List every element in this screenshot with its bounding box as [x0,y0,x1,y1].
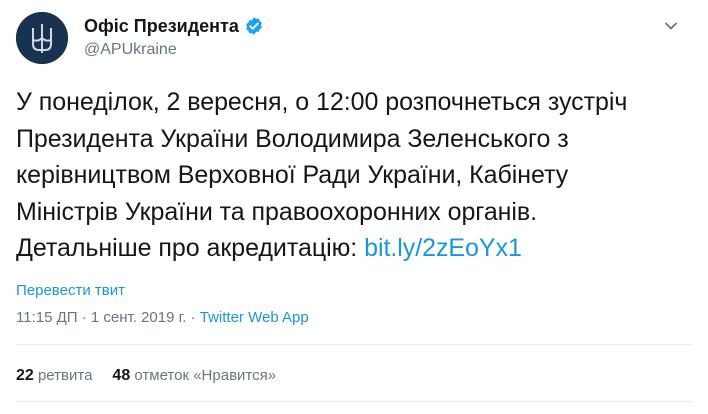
user-handle[interactable]: @APUkraine [84,41,264,59]
author-block: Офіс Президента @APUkraine [84,14,264,59]
likes-stat[interactable]: 48 отметок «Нравится» [112,367,276,385]
retweets-label: ретвита [37,367,93,384]
translate-link[interactable]: Перевести твит [16,282,125,299]
likes-count: 48 [112,367,131,384]
tweet-link[interactable]: bit.ly/2zEoYx1 [364,234,522,262]
likes-label: отметок «Нравится» [134,367,277,384]
chevron-down-icon[interactable] [661,16,681,36]
avatar[interactable] [16,12,68,64]
tweet-card: Офіс Президента @APUkraine У понеділок, … [0,0,708,414]
trident-icon [16,12,68,64]
verified-badge-icon [246,17,262,35]
divider [16,344,692,345]
tweet-source-link[interactable]: Twitter Web App [200,309,309,326]
tweet-meta: 11:15 ДП · 1 сент. 2019 г. · Twitter Web… [16,309,309,326]
display-name[interactable]: Офіс Президента [84,16,239,37]
tweet-stats: 22 ретвита 48 отметок «Нравится» [16,367,296,385]
meta-separator: · [77,309,91,326]
tweet-time[interactable]: 11:15 ДП [16,309,78,326]
divider [16,401,692,402]
meta-separator: · [186,309,200,326]
tweet-body: У понеділок, 2 вересня, о 12:00 розпочне… [16,88,628,262]
retweets-stat[interactable]: 22 ретвита [16,367,92,385]
tweet-date[interactable]: 1 сент. 2019 г. [91,309,187,326]
tweet-text: У понеділок, 2 вересня, о 12:00 розпочне… [16,84,696,267]
retweets-count: 22 [16,367,34,384]
